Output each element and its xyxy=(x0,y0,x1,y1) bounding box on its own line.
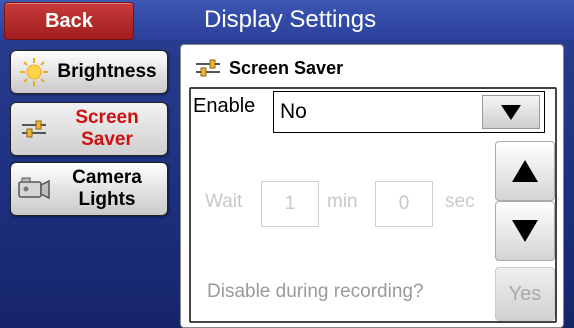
tab-brightness[interactable]: Brightness xyxy=(10,50,168,94)
tab-camera-lights-label: Camera Lights xyxy=(51,167,167,211)
decrement-button[interactable] xyxy=(495,201,555,261)
enable-value: No xyxy=(280,100,307,123)
sliders-icon xyxy=(17,114,51,144)
enable-label: Enable xyxy=(193,95,256,117)
disable-during-recording-toggle[interactable]: Yes xyxy=(495,267,555,321)
sun-icon xyxy=(17,57,51,87)
tab-camera-lights-line2: Lights xyxy=(78,189,136,210)
increment-button[interactable] xyxy=(495,141,555,201)
enable-select[interactable]: No xyxy=(273,91,545,133)
sliders-icon xyxy=(195,57,221,79)
tab-screen-saver-label: Screen Saver xyxy=(51,107,167,151)
min-label: min xyxy=(327,191,358,212)
tab-screen-saver[interactable]: Screen Saver xyxy=(10,102,168,156)
tab-screen-saver-line1: Screen xyxy=(75,107,139,128)
screen-saver-panel: Screen Saver Enable No Wait 1 min 0 sec xyxy=(180,44,564,328)
tab-camera-lights[interactable]: Camera Lights xyxy=(10,162,168,216)
page-title: Display Settings xyxy=(204,6,377,33)
wait-label: Wait xyxy=(205,191,243,212)
triangle-up-icon xyxy=(512,160,538,182)
wait-seconds-field[interactable]: 0 xyxy=(375,181,433,227)
panel-title: Screen Saver xyxy=(229,57,344,78)
screen: Back Display Settings Brightness Screen … xyxy=(0,0,574,328)
header-bar: Back Display Settings xyxy=(0,0,574,40)
panel-header: Screen Saver xyxy=(195,55,343,81)
disable-during-recording-label: Disable during recording? xyxy=(207,281,424,302)
camera-icon xyxy=(17,174,51,204)
tab-brightness-label: Brightness xyxy=(57,61,157,82)
wait-minutes-field[interactable]: 1 xyxy=(261,181,319,227)
tab-camera-lights-line1: Camera xyxy=(72,167,142,188)
back-button[interactable]: Back xyxy=(4,2,134,40)
triangle-down-icon xyxy=(501,105,521,120)
tab-screen-saver-line2: Saver xyxy=(81,129,133,150)
sec-label: sec xyxy=(445,191,475,212)
enable-dropdown-button[interactable] xyxy=(482,95,540,129)
triangle-down-icon xyxy=(512,220,538,242)
